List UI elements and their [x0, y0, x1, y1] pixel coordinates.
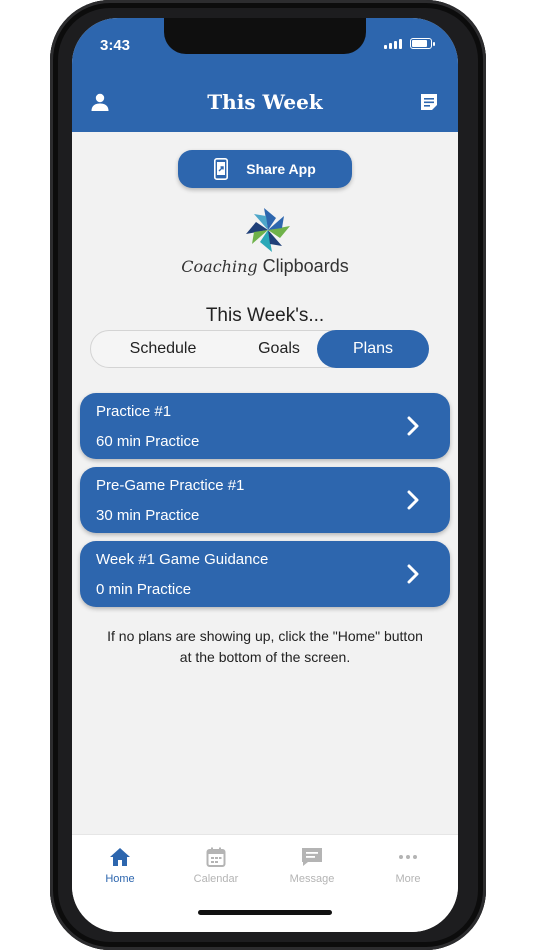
- message-icon: [302, 848, 322, 866]
- more-icon: [399, 855, 417, 859]
- plan-title: Practice #1: [96, 403, 172, 420]
- tab-label: More: [395, 873, 421, 885]
- home-indicator: [198, 910, 332, 915]
- plan-card[interactable]: Week #1 Game Guidance 0 min Practice: [80, 541, 450, 607]
- plans-list: Practice #1 60 min Practice Pre-Game Pra…: [80, 393, 450, 615]
- plan-card[interactable]: Practice #1 60 min Practice: [80, 393, 450, 459]
- chevron-right-icon: [407, 564, 419, 584]
- share-phone-icon: [214, 158, 229, 180]
- page-title: This Week: [207, 90, 323, 114]
- segment-plans[interactable]: Plans: [317, 330, 429, 368]
- plan-card[interactable]: Pre-Game Practice #1 30 min Practice: [80, 467, 450, 533]
- share-app-button[interactable]: Share App: [178, 150, 352, 188]
- segmented-control: Schedule Goals Plans: [90, 330, 429, 368]
- plan-subtitle: 0 min Practice: [96, 581, 192, 598]
- brand-script: Coaching: [181, 257, 258, 276]
- bottom-tab-bar: Home Calendar Message More: [72, 834, 458, 932]
- brand-name: Clipboards: [262, 256, 349, 276]
- brand-wordmark: Coaching Clipboards: [72, 256, 458, 277]
- section-title: This Week's...: [205, 305, 325, 326]
- segment-schedule[interactable]: Schedule: [99, 330, 227, 368]
- tab-label: Message: [289, 873, 335, 885]
- home-icon: [110, 848, 130, 866]
- plan-subtitle: 30 min Practice: [96, 507, 200, 524]
- help-note-line: at the bottom of the screen.: [179, 649, 351, 665]
- plan-subtitle: 60 min Practice: [96, 433, 200, 450]
- chevron-right-icon: [407, 490, 419, 510]
- tab-message[interactable]: Message: [264, 847, 360, 885]
- chevron-right-icon: [407, 416, 419, 436]
- tab-calendar[interactable]: Calendar: [168, 847, 264, 885]
- device-notch: [164, 18, 366, 54]
- plan-title: Pre-Game Practice #1: [96, 477, 245, 494]
- help-note: If no plans are showing up, click the "H…: [72, 626, 458, 668]
- note-icon[interactable]: [419, 92, 439, 112]
- tab-label: Calendar: [193, 873, 239, 885]
- share-app-label: Share App: [246, 161, 316, 177]
- status-time: 3:43: [100, 37, 131, 54]
- tab-home[interactable]: Home: [72, 847, 168, 885]
- tab-more[interactable]: More: [360, 847, 456, 885]
- battery-icon: [410, 38, 435, 49]
- help-note-line: If no plans are showing up, click the "H…: [107, 628, 423, 644]
- signal-icon: [384, 39, 402, 49]
- coaching-clipboards-logo: [246, 208, 290, 252]
- plan-title: Week #1 Game Guidance: [96, 551, 269, 568]
- calendar-icon: [206, 847, 226, 867]
- status-icons: [384, 38, 435, 49]
- tab-label: Home: [105, 873, 135, 885]
- app-screen: 3:43 This Week Share App Coaching Clipbo…: [72, 18, 458, 932]
- segment-goals[interactable]: Goals: [227, 330, 331, 368]
